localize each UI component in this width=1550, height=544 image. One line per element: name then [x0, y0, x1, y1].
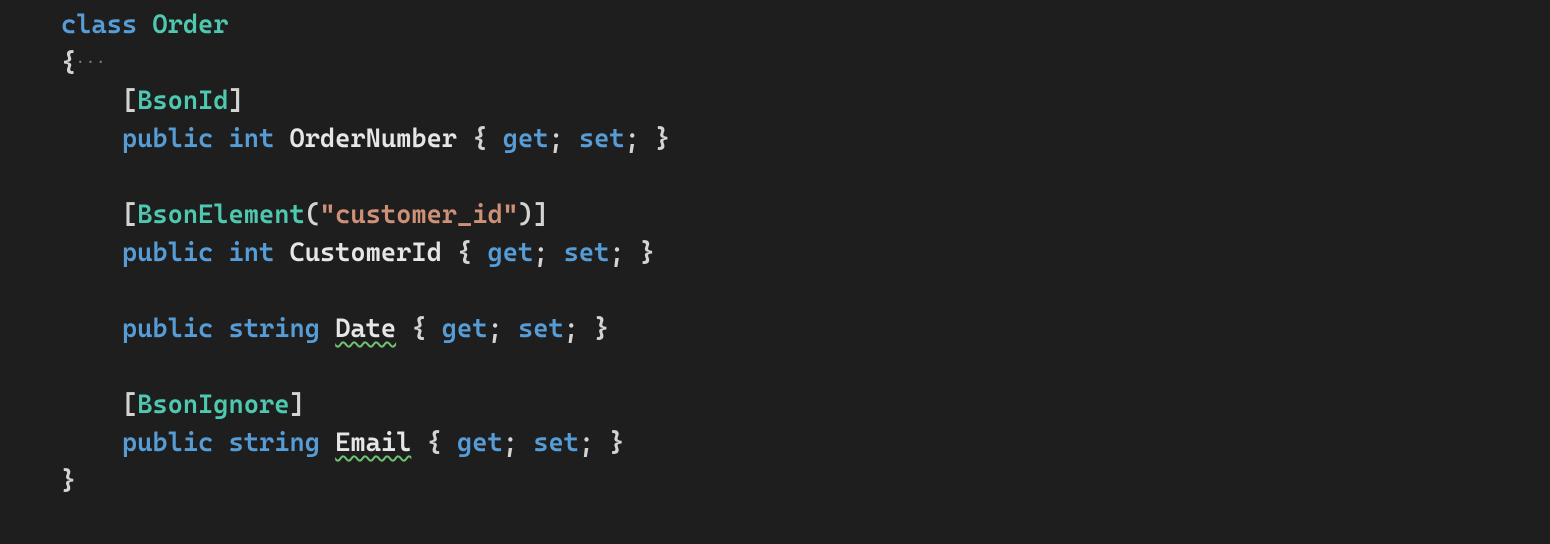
code-line: public string Email { get; set; } — [0, 428, 625, 458]
string-customer-id: "customer_id" — [320, 200, 518, 230]
code-editor[interactable]: class Order {··· [BsonId] public int Ord… — [0, 0, 1550, 500]
property-date: Date — [335, 314, 396, 344]
blank-line — [0, 276, 15, 306]
brace-close: } — [61, 466, 76, 496]
code-line: public string Date { get; set; } — [0, 314, 609, 344]
code-line: [BsonElement("customer_id")] — [0, 200, 548, 230]
attribute-bsonelement: BsonElement — [137, 200, 305, 230]
attribute-bsonid: BsonId — [137, 86, 228, 116]
blank-line — [0, 352, 15, 382]
brace-open: { — [61, 48, 76, 78]
code-line: [BsonId] — [0, 86, 244, 116]
blank-line — [0, 162, 15, 192]
keyword-class: class — [61, 10, 137, 40]
property-email: Email — [335, 428, 411, 458]
attribute-bsonignore: BsonIgnore — [137, 390, 289, 420]
property-ordernumber: OrderNumber — [289, 124, 457, 154]
type-name-order: Order — [152, 10, 228, 40]
code-line: {··· — [0, 48, 107, 78]
code-line: class Order — [0, 10, 229, 40]
code-line: public int OrderNumber { get; set; } — [0, 124, 670, 154]
code-line: [BsonIgnore] — [0, 390, 305, 420]
property-customerid: CustomerId — [289, 238, 441, 268]
code-line: public int CustomerId { get; set; } — [0, 238, 655, 268]
code-line: } — [0, 466, 76, 496]
whitespace-hint-icon: ··· — [76, 44, 107, 82]
